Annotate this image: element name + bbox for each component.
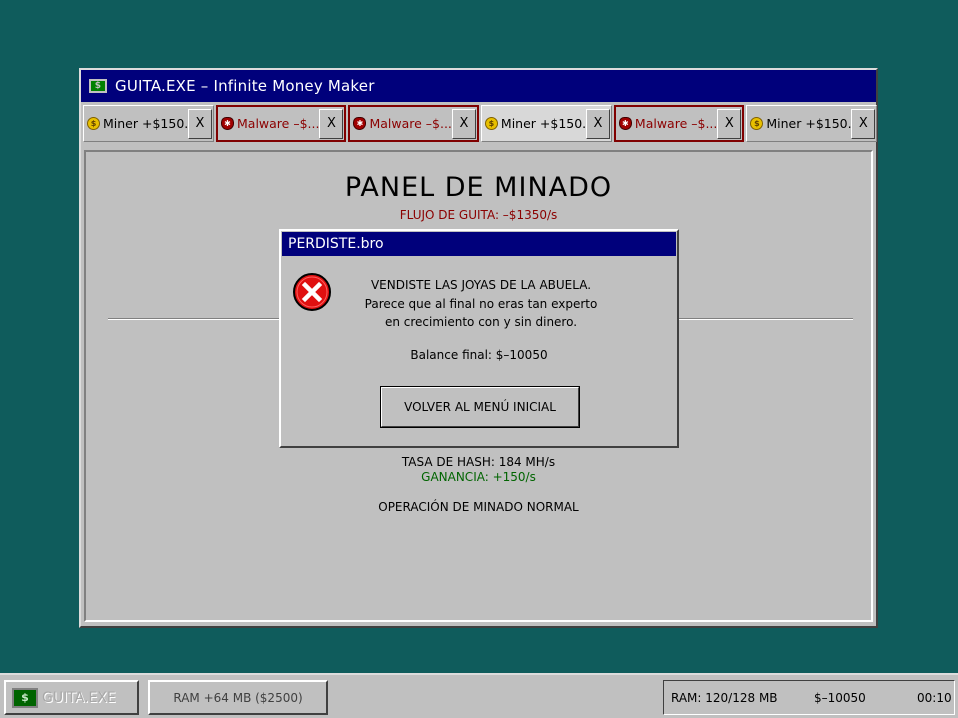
tab-bar: $ Miner +$150... X ✱ Malware –$... X ✱ M…: [81, 102, 878, 142]
window-title: GUITA.EXE – Infinite Money Maker: [115, 77, 375, 95]
tab-label: Malware –$...: [634, 116, 718, 131]
ram-status: RAM: 120/128 MB: [671, 691, 778, 705]
hash-rate-text: TASA DE HASH: 184 MH/s: [401, 455, 556, 469]
dialog-message-line: VENDISTE LAS JOYAS DE LA ABUELA.: [370, 278, 592, 292]
bug-icon: ✱: [618, 117, 632, 130]
tab-miner-3[interactable]: $ Miner +$150... X: [746, 105, 878, 142]
tab-close-button[interactable]: X: [188, 108, 212, 139]
money-app-icon: $: [12, 687, 38, 708]
system-tray: RAM: 120/128 MB $–10050 00:10: [663, 680, 955, 715]
tab-label: Malware –$...: [237, 116, 320, 131]
tab-label: Miner +$150...: [766, 116, 852, 131]
taskbar: $ GUITA.EXE RAM +64 MB ($2500) RAM: 120/…: [0, 673, 958, 718]
clock: 00:10: [917, 691, 952, 705]
bug-icon: ✱: [221, 117, 234, 130]
tab-label: Miner +$150...: [103, 116, 188, 131]
coin-icon: $: [87, 117, 100, 130]
start-button-label: GUITA.EXE: [42, 689, 116, 706]
tab-label: Malware –$...: [369, 116, 452, 131]
tab-close-button[interactable]: X: [585, 108, 610, 139]
buy-ram-button[interactable]: RAM +64 MB ($2500): [148, 680, 328, 715]
start-button[interactable]: $ GUITA.EXE: [4, 680, 139, 715]
tab-close-button[interactable]: X: [717, 108, 742, 139]
gain-text: GANANCIA: +150/s: [421, 470, 536, 484]
dialog-message: VENDISTE LAS JOYAS DE LA ABUELA. Parece …: [341, 276, 621, 332]
dialog-message-line: Parece que al final no eras tan experto: [364, 296, 598, 311]
final-balance-text: Balance final: $–10050: [410, 348, 548, 362]
dialog-titlebar[interactable]: PERDISTE.bro: [282, 232, 676, 256]
error-icon: [293, 273, 331, 311]
tab-malware-2[interactable]: ✱ Malware –$... X: [348, 105, 479, 142]
tab-miner-1[interactable]: $ Miner +$150... X: [83, 105, 214, 142]
tab-malware-3[interactable]: ✱ Malware –$... X: [613, 105, 745, 142]
monitor-icon: $: [89, 79, 107, 93]
coin-icon: $: [750, 117, 764, 130]
mining-status-text: OPERACIÓN DE MINADO NORMAL: [378, 500, 579, 514]
panel-title: PANEL DE MINADO: [344, 172, 613, 203]
tab-close-button[interactable]: X: [319, 108, 344, 139]
tab-close-button[interactable]: X: [451, 108, 476, 139]
tab-label: Miner +$150...: [500, 116, 586, 131]
bug-icon: ✱: [353, 117, 367, 130]
dialog-message-line: en crecimiento con y sin dinero.: [384, 315, 578, 329]
tab-close-button[interactable]: X: [851, 108, 876, 139]
window-titlebar[interactable]: $ GUITA.EXE – Infinite Money Maker: [81, 70, 876, 102]
game-over-dialog: PERDISTE.bro VENDISTE LAS JOYAS DE LA AB…: [279, 229, 679, 448]
money-flow-text: FLUJO DE GUITA: –$1350/s: [399, 208, 558, 222]
back-to-menu-button[interactable]: VOLVER AL MENÚ INICIAL: [380, 386, 580, 428]
coin-icon: $: [484, 117, 498, 130]
dialog-title: PERDISTE.bro: [288, 236, 384, 252]
tab-malware-1[interactable]: ✱ Malware –$... X: [216, 105, 347, 142]
tab-miner-2[interactable]: $ Miner +$150... X: [480, 105, 612, 142]
tray-balance: $–10050: [814, 691, 866, 705]
